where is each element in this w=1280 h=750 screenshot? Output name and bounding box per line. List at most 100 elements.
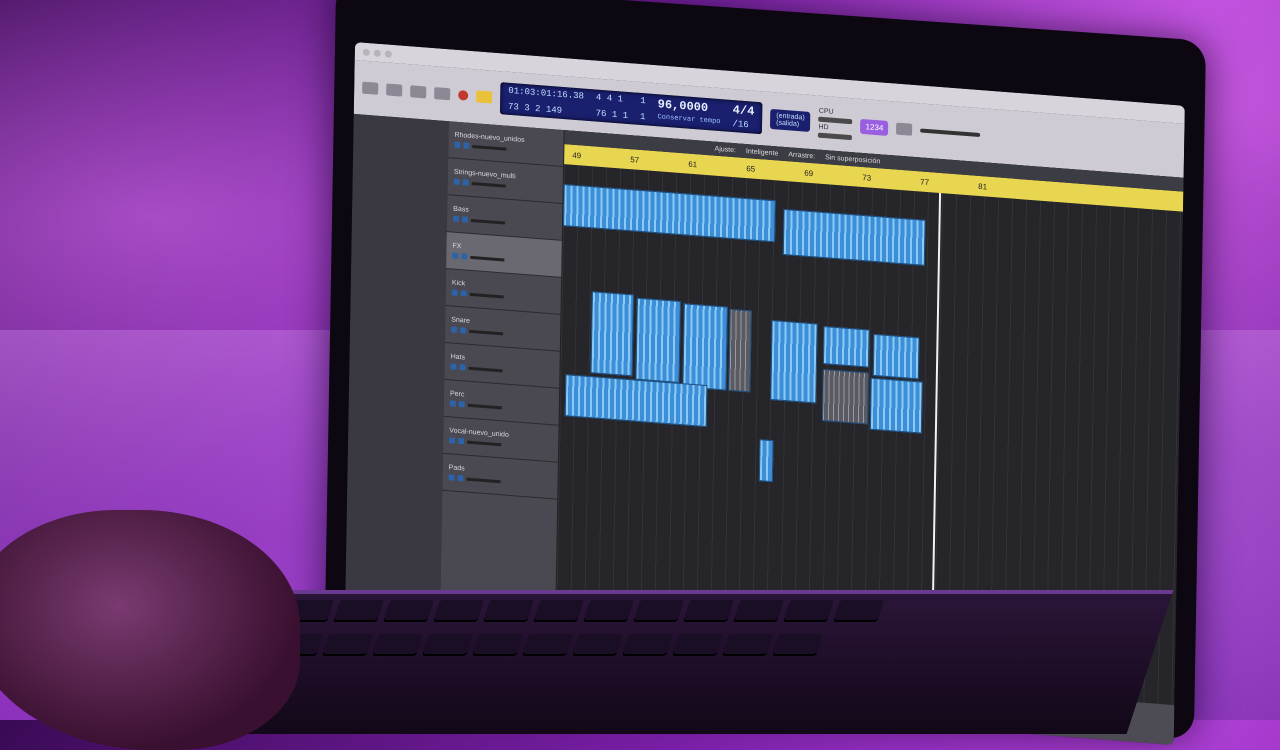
key: [432, 600, 485, 622]
key: [621, 634, 674, 656]
ruler-bar-number: 81: [978, 181, 988, 192]
lcd-position-top: 4 4 1: [595, 92, 624, 105]
track-volume-slider[interactable]: [467, 440, 502, 446]
key: [721, 634, 774, 656]
solo-button[interactable]: [462, 179, 469, 186]
mute-button[interactable]: [454, 141, 461, 149]
ruler-bar-number: 73: [862, 172, 872, 183]
track-volume-slider[interactable]: [471, 181, 506, 188]
track-volume-slider[interactable]: [469, 292, 504, 298]
snap-label: Ajuste:: [714, 145, 737, 154]
drag-value[interactable]: Sin superposición: [825, 154, 880, 165]
cpu-label: CPU: [818, 107, 834, 116]
stop-button[interactable]: [410, 85, 427, 99]
key: [482, 600, 535, 622]
mute-button[interactable]: [452, 215, 460, 223]
record-button[interactable]: [458, 89, 469, 101]
lcd-sub-bottom: 1: [639, 111, 646, 123]
audio-region[interactable]: [635, 297, 681, 383]
key: [832, 600, 885, 622]
audio-region[interactable]: [822, 326, 870, 368]
solo-button[interactable]: [461, 216, 469, 223]
hd-label: HD: [818, 123, 829, 132]
solo-button[interactable]: [461, 253, 468, 260]
lcd-division: /16: [732, 119, 749, 131]
rewind-button[interactable]: [362, 81, 379, 95]
solo-button[interactable]: [458, 401, 465, 408]
mute-button[interactable]: [451, 326, 458, 333]
audio-region[interactable]: [682, 303, 728, 391]
audio-region[interactable]: [782, 208, 926, 266]
lcd-display[interactable]: 01:03:01:16.38 4 4 1 1 96,0000 4/4 73 3 …: [499, 82, 763, 135]
metronome-button[interactable]: [896, 122, 913, 136]
lcd-tempo-label: Conservar tempo: [657, 113, 721, 127]
laptop-keyboard: [226, 590, 1174, 734]
audio-region[interactable]: [770, 320, 818, 404]
track-volume-slider[interactable]: [472, 144, 507, 151]
mute-button[interactable]: [449, 400, 456, 407]
solo-button[interactable]: [459, 364, 466, 371]
key: [582, 600, 635, 622]
track-volume-slider[interactable]: [466, 477, 501, 483]
track-volume-slider[interactable]: [468, 366, 503, 372]
mute-button[interactable]: [452, 252, 459, 259]
close-window-button[interactable]: [362, 48, 370, 56]
forward-button[interactable]: [386, 83, 403, 97]
track-volume-slider[interactable]: [469, 329, 504, 335]
audio-region[interactable]: [821, 369, 869, 425]
key: [332, 600, 385, 622]
solo-button[interactable]: [457, 474, 464, 482]
solo-button[interactable]: [463, 142, 470, 149]
play-button[interactable]: [434, 87, 451, 101]
zoom-window-button[interactable]: [384, 49, 392, 58]
mute-button[interactable]: [453, 178, 460, 186]
ruler-bar-number: 49: [572, 150, 582, 160]
audio-region[interactable]: [872, 333, 920, 380]
mute-button[interactable]: [451, 289, 458, 296]
window-controls: [362, 48, 392, 58]
key: [571, 634, 624, 656]
lcd-signature: 4/4: [732, 103, 755, 119]
audio-region[interactable]: [869, 377, 923, 434]
key-row: [261, 594, 1172, 628]
key: [771, 634, 824, 656]
snap-value[interactable]: Inteligente: [746, 148, 778, 157]
track-volume-slider[interactable]: [470, 255, 505, 262]
track-volume-slider[interactable]: [467, 403, 502, 409]
count-in-badge[interactable]: 1234: [860, 118, 889, 136]
io-labels: (entrada) (salida): [770, 108, 811, 133]
mute-button[interactable]: [449, 437, 456, 444]
audio-region[interactable]: [590, 291, 634, 377]
cycle-button[interactable]: [476, 90, 493, 104]
solo-button[interactable]: [460, 290, 467, 297]
minimize-window-button[interactable]: [373, 48, 381, 57]
ruler-bar-number: 61: [688, 159, 698, 169]
key: [782, 600, 835, 622]
lcd-sub-top: 1: [640, 95, 646, 107]
solo-button[interactable]: [458, 437, 465, 445]
key: [671, 634, 724, 656]
key: [371, 634, 424, 656]
track-list: Rhodes-nuevo_unidos Strings-nuevo_multi Ba…: [439, 121, 565, 658]
mute-button[interactable]: [450, 363, 457, 370]
audio-region[interactable]: [758, 439, 774, 483]
ruler-bar-number: 77: [920, 176, 930, 187]
key: [321, 634, 374, 656]
ruler-bar-number: 57: [630, 154, 640, 165]
hd-bar: [818, 132, 853, 141]
ruler-bar-number: 69: [804, 168, 814, 178]
key: [521, 634, 574, 656]
track-header[interactable]: Pads: [442, 453, 558, 500]
key: [421, 634, 474, 656]
master-volume-slider[interactable]: [920, 128, 981, 138]
key: [382, 600, 435, 622]
track-volume-slider[interactable]: [471, 218, 506, 225]
key: [471, 634, 524, 656]
solo-button[interactable]: [460, 327, 467, 334]
output-label: (salida): [776, 119, 800, 129]
inspector-panel: [344, 113, 449, 649]
mute-button[interactable]: [448, 474, 455, 481]
audio-region[interactable]: [563, 184, 776, 243]
audio-region[interactable]: [728, 308, 752, 393]
key: [632, 600, 685, 622]
